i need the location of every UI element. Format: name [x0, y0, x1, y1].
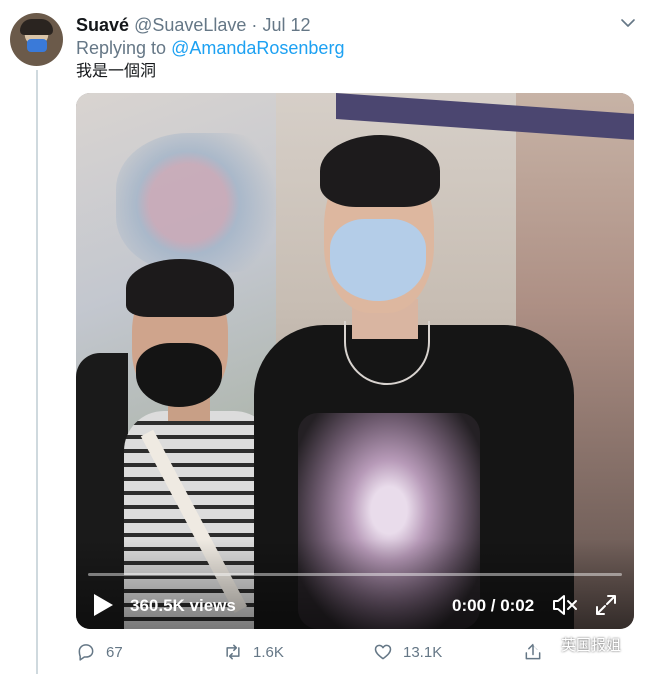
video-person-1-mask [136, 343, 222, 407]
replying-to: Replying to @AmandaRosenberg [76, 37, 344, 59]
play-icon[interactable] [92, 593, 114, 617]
tweet-text: 我是一個洞 [76, 63, 157, 80]
video-player[interactable]: 360.5K views 0:00 / 0:02 [76, 93, 634, 629]
mute-icon[interactable] [552, 593, 578, 617]
video-person-2-mask [330, 219, 426, 301]
retweet-count: 1.6K [253, 643, 284, 661]
like-count: 13.1K [403, 643, 443, 661]
author-name[interactable]: Suavé [76, 15, 129, 35]
fullscreen-icon[interactable] [594, 593, 618, 617]
watermark: 英国报姐 [533, 634, 621, 655]
video-mural [116, 133, 296, 273]
replying-prefix: Replying to [76, 38, 167, 58]
video-time: 0:00 / 0:02 [452, 596, 535, 615]
reply-button[interactable]: 67 [76, 640, 123, 664]
like-button[interactable]: 13.1K [373, 640, 442, 664]
avatar-hair [20, 19, 53, 35]
video-person-1-hair [126, 259, 234, 317]
retweet-button[interactable]: 1.6K [223, 640, 284, 664]
replying-mention-link[interactable]: @AmandaRosenberg [171, 38, 344, 58]
tweet-date[interactable]: Jul 12 [262, 15, 310, 35]
tweet-header: Suavé @SuaveLlave · Jul 12 [76, 14, 310, 36]
reply-icon [78, 644, 94, 661]
thread-line [36, 70, 38, 674]
video-person-2-hair [320, 135, 440, 207]
retweet-icon [226, 644, 240, 660]
avatar-mask [27, 39, 47, 52]
chevron-down-icon[interactable] [619, 14, 637, 32]
avatar[interactable] [10, 13, 63, 66]
video-view-count: 360.5K views [130, 596, 236, 615]
watermark-text: 英国报姐 [561, 637, 622, 654]
like-icon [374, 644, 392, 660]
video-progress-bar[interactable] [88, 573, 622, 576]
author-handle[interactable]: @SuaveLlave [134, 15, 246, 35]
wechat-logo-icon [533, 635, 557, 653]
reply-count: 67 [106, 643, 123, 661]
separator-dot: · [251, 15, 258, 35]
